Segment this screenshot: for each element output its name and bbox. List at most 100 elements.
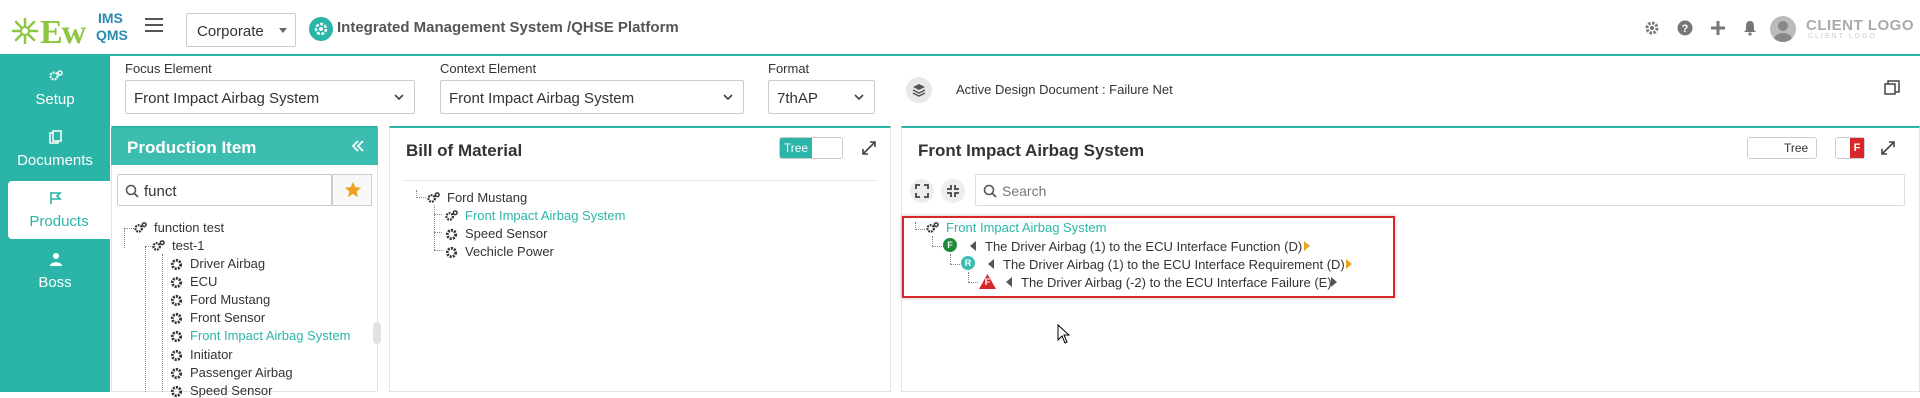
tree-item-label: Driver Airbag	[190, 256, 266, 271]
gear-icon	[170, 367, 183, 380]
failure-mode-toggle[interactable]: F	[1835, 137, 1865, 159]
gear-icon	[170, 276, 183, 289]
production-search-input[interactable]: funct	[117, 174, 332, 206]
tree-item[interactable]: test-1	[152, 238, 205, 253]
failure-net-search-input[interactable]: Search	[975, 174, 1905, 206]
tree-item[interactable]: Driver Airbag	[170, 256, 265, 271]
bom-tree-item[interactable]: Ford Mustang	[427, 190, 527, 205]
arrow-left-icon[interactable]	[970, 241, 976, 251]
gear-icon	[445, 246, 458, 259]
bom-tree-item-label: Ford Mustang	[447, 190, 528, 205]
chevron-down-icon	[394, 94, 404, 101]
tree-item[interactable]: Front Sensor	[170, 310, 265, 325]
app-gear-icon	[309, 17, 333, 41]
left-navigation: Setup Documents Products Boss	[0, 56, 110, 392]
tree-item-label: Initiator	[190, 347, 233, 362]
expand-icon[interactable]	[862, 141, 876, 155]
failure-badge: F	[984, 277, 991, 287]
tree-item-label: Ford Mustang	[190, 292, 271, 307]
star-icon	[344, 181, 362, 198]
gears-icon	[427, 192, 440, 203]
arrow-right-icon[interactable]	[1346, 259, 1352, 269]
copy-window-icon[interactable]	[1884, 80, 1900, 96]
tree-item-label: ECU	[190, 274, 218, 289]
nav-label: Documents	[17, 152, 93, 169]
app-logo[interactable]: Ew IMS QMS	[10, 8, 140, 51]
arrow-right-icon[interactable]	[1304, 241, 1310, 251]
arrow-right-icon[interactable]	[1331, 277, 1337, 287]
tree-item[interactable]: function test	[134, 220, 224, 235]
search-icon	[125, 184, 139, 198]
bom-title: Bill of Material	[406, 141, 523, 160]
help-icon[interactable]: ?	[1677, 20, 1693, 36]
expand-icon[interactable]	[1881, 141, 1895, 155]
bom-tree-toggle[interactable]: Tree	[779, 137, 843, 159]
bom-tree-item[interactable]: Speed Sensor	[445, 226, 547, 241]
settings-icon[interactable]	[1644, 20, 1660, 36]
context-element-select[interactable]: Front Impact Airbag System	[440, 80, 744, 114]
tree-item[interactable]: ECU	[170, 274, 217, 289]
context-element-label: Context Element	[440, 61, 537, 76]
favorites-button[interactable]	[332, 174, 372, 206]
collapse-all-button[interactable]	[941, 179, 965, 203]
focus-element-select[interactable]: Front Impact Airbag System	[125, 80, 415, 114]
gear-icon	[170, 258, 183, 271]
tree-item[interactable]: Ford Mustang	[170, 292, 270, 307]
organization-select[interactable]: Corporate	[186, 13, 296, 47]
sunburst-icon	[11, 17, 39, 45]
expand-all-icon	[915, 184, 929, 198]
failure-node[interactable]: F The Driver Airbag (-2) to the ECU Inte…	[979, 274, 1359, 290]
fia-tree-toggle[interactable]: Tree	[1747, 137, 1817, 159]
layers-button[interactable]	[906, 77, 932, 103]
panel-splitter-handle[interactable]	[373, 322, 381, 344]
nav-item-products[interactable]: Products	[8, 181, 110, 239]
add-icon[interactable]	[1710, 20, 1726, 36]
user-icon	[50, 253, 62, 266]
search-icon	[983, 184, 997, 198]
logo-qms: QMS	[96, 27, 128, 43]
requirement-node[interactable]: R The Driver Airbag (1) to the ECU Inter…	[961, 256, 1361, 272]
flag-icon	[50, 192, 62, 204]
app-title: Integrated Management System /QHSE Platf…	[337, 19, 679, 36]
nav-item-documents[interactable]: Documents	[0, 120, 110, 178]
failure-net-root[interactable]: Front Impact Airbag System	[926, 220, 1106, 235]
focus-element-value: Front Impact Airbag System	[134, 90, 320, 107]
caret-down-icon	[279, 28, 287, 33]
client-logo: CLIENT LOGO	[1806, 17, 1914, 34]
bom-tree-item-selected[interactable]: Front Impact Airbag System	[445, 208, 625, 223]
fia-toggle-off	[1748, 138, 1778, 158]
tree-item-selected[interactable]: Front Impact Airbag System	[170, 328, 350, 343]
tree-item-label: Front Impact Airbag System	[190, 328, 351, 343]
layers-icon	[912, 84, 926, 97]
gears-icon	[152, 240, 165, 251]
tree-item[interactable]: Initiator	[170, 347, 233, 362]
arrow-left-icon[interactable]	[988, 259, 994, 269]
function-node-label: The Driver Airbag (1) to the ECU Interfa…	[985, 239, 1303, 254]
failure-mode-badge: F	[1850, 138, 1864, 158]
production-item-title: Production Item	[127, 138, 257, 157]
expand-all-button[interactable]	[910, 179, 934, 203]
arrow-left-icon[interactable]	[1006, 277, 1012, 287]
bom-tree-item-label: Front Impact Airbag System	[465, 208, 626, 223]
gear-icon	[445, 228, 458, 241]
gears-icon	[445, 210, 458, 221]
tree-item[interactable]: Speed Sensor	[170, 383, 272, 398]
collapse-all-icon	[947, 185, 959, 197]
tree-item[interactable]: Passenger Airbag	[170, 365, 293, 380]
menu-toggle-icon[interactable]	[145, 18, 163, 34]
bom-divider	[404, 180, 877, 181]
nav-item-setup[interactable]: Setup	[0, 59, 110, 117]
gears-icon	[926, 222, 939, 233]
nav-label: Boss	[38, 274, 72, 291]
function-node[interactable]: F The Driver Airbag (1) to the ECU Inter…	[943, 238, 1343, 254]
notification-bell-icon[interactable]	[1742, 20, 1758, 36]
user-avatar[interactable]	[1770, 16, 1796, 42]
format-select[interactable]: 7thAP	[768, 80, 875, 114]
mouse-cursor-icon	[1057, 324, 1071, 344]
tree-item-label: Speed Sensor	[190, 383, 273, 398]
copy-icon	[49, 130, 62, 144]
bom-tree-item[interactable]: Vechicle Power	[445, 244, 554, 259]
failure-net-search-placeholder: Search	[1002, 183, 1047, 199]
nav-item-boss[interactable]: Boss	[0, 242, 110, 300]
double-chevron-left-icon[interactable]	[351, 139, 365, 153]
